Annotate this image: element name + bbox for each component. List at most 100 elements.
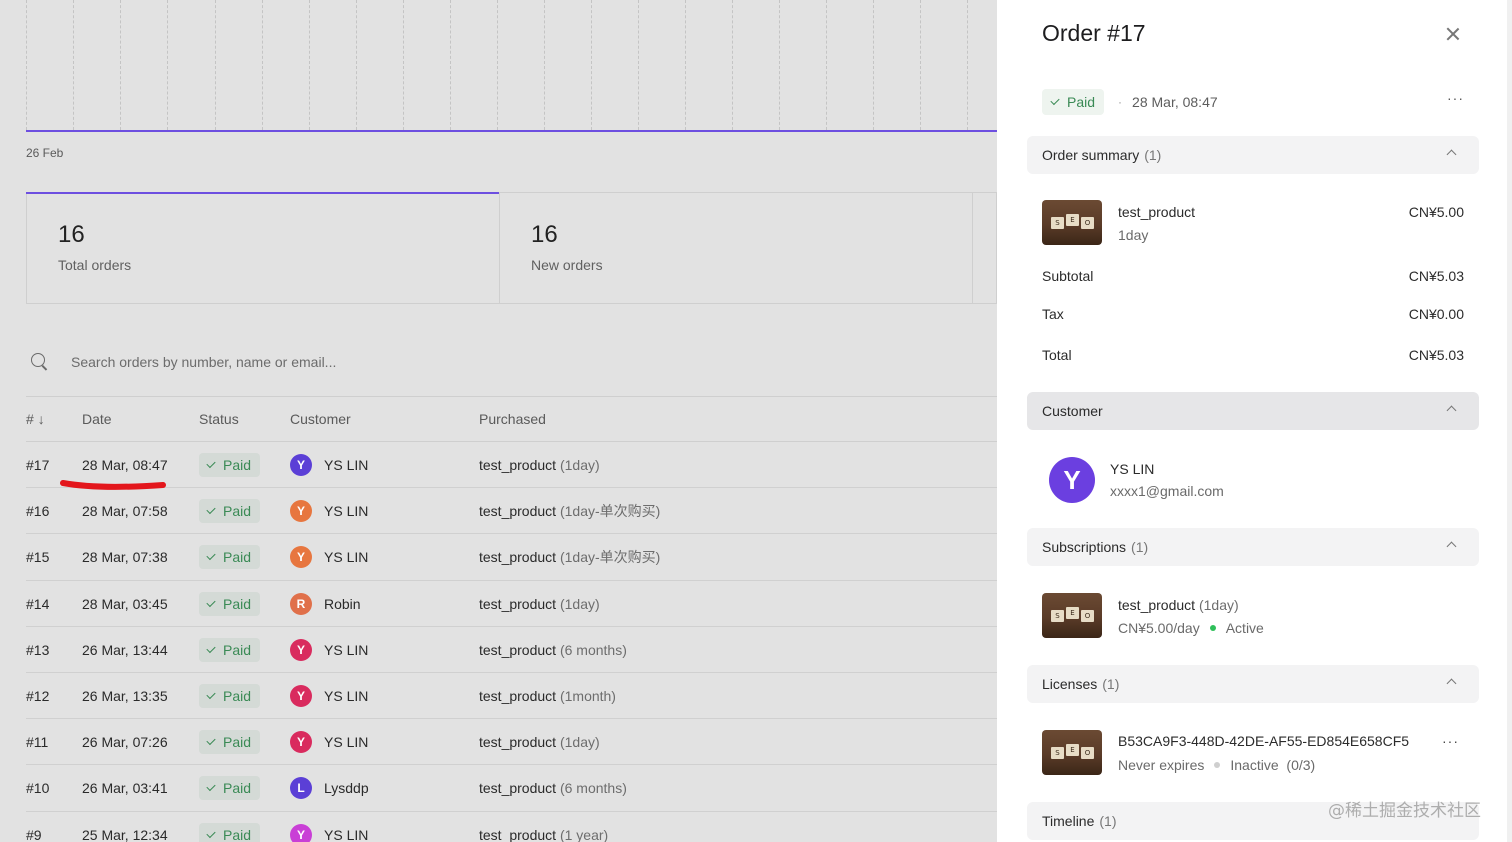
chart-gridline [167,0,168,130]
product-thumbnail: SEO [1042,593,1102,638]
avatar: R [290,592,312,615]
customer-cell: Y YS LIN [290,488,368,534]
status-label: Paid [223,457,252,473]
chart-gridline [450,0,451,130]
license-expiry: Never expires [1118,757,1205,773]
stat-new-orders[interactable]: 16 New orders [500,193,973,303]
order-number: #16 [26,503,50,520]
check-icon [206,736,216,746]
section-customer[interactable]: Customer [1027,392,1479,430]
product-name: test_product [479,503,557,520]
red-annotation-underline [60,480,166,490]
table-row[interactable]: #16 28 Mar, 07:58 Paid Y YS LIN test_product … [26,488,997,535]
orders-chart [26,0,997,133]
check-icon [206,689,216,700]
avatar: Y [290,638,312,661]
stat-label: Total orders [58,257,132,273]
section-order-summary[interactable]: Order summary (1) [1027,136,1479,174]
section-label: Subscriptions [1042,539,1127,555]
customer-cell: L Lysddp [290,765,369,811]
customer-name: YS LIN [324,503,369,520]
order-detail-panel: Order #17 Paid · 28 Mar, 08:47 ··· Order… [997,0,1512,842]
check-icon [1050,95,1060,106]
subscription-product[interactable]: test_product (1day) [1118,597,1239,613]
column-header-number[interactable]: # ↓ [26,411,45,427]
column-header-date[interactable]: Date [82,411,112,427]
product-name: test_product [479,595,557,612]
purchased-cell: test_product (1day) [479,719,600,765]
order-number: #9 [26,826,42,842]
status-label: Paid [223,503,252,520]
license-more-icon[interactable]: ··· [1442,733,1459,749]
section-label: Timeline [1042,813,1095,829]
purchased-cell: test_product (6 months) [479,765,627,811]
chart-gridline [591,0,592,130]
status-badge: Paid [199,683,261,708]
status-cell: Paid [199,627,261,673]
panel-scrollbar[interactable] [1507,0,1512,842]
customer-cell: R Robin [290,581,361,627]
stat-label: New orders [531,257,603,273]
table-row[interactable]: #11 26 Mar, 07:26 Paid Y YS LIN test_product … [26,719,997,766]
product-name: test_product [479,641,557,658]
product-name: test_product [479,687,557,704]
column-header-status[interactable]: Status [199,411,239,427]
status-cell: Paid [199,812,261,842]
chart-gridline [967,0,968,130]
status-label: Paid [1067,94,1096,110]
purchased-cell: test_product (1day) [479,442,600,488]
customer-name: Lysddp [324,780,369,797]
status-badge: Paid [199,545,261,570]
chart-gridline [638,0,639,130]
column-header-purchased[interactable]: Purchased [479,411,546,427]
orders-main: 26 Feb 16 Total orders 16 New orders # ↓… [0,0,997,842]
orders-table-body: #17 28 Mar, 08:47 Paid Y YS LIN test_product … [26,442,997,842]
chart-gridline [544,0,545,130]
section-count: (1) [1099,813,1117,829]
table-row[interactable]: #13 26 Mar, 13:44 Paid Y YS LIN test_product … [26,627,997,673]
column-header-customer[interactable]: Customer [290,411,351,427]
chart-gridline [779,0,780,130]
chart-gridline [732,0,733,130]
search-input[interactable] [71,354,671,370]
table-row[interactable]: #12 26 Mar, 13:35 Paid Y YS LIN test_product … [26,673,997,720]
purchased-cell: test_product (1 year) [479,812,608,842]
more-options-icon[interactable]: ··· [1447,90,1464,106]
product-name: test_product [479,549,557,566]
subscription-status: Active [1225,620,1264,636]
separator-dot: · [1118,95,1123,109]
table-row[interactable]: #14 28 Mar, 03:45 Paid R Robin test_product (… [26,581,997,627]
status-cell: Paid [199,765,261,811]
subtotal-label: Subtotal [1042,268,1094,284]
chart-date-label: 26 Feb [26,146,64,160]
arrow-down-icon: ↓ [37,411,45,427]
order-date: 25 Mar, 12:34 [82,826,168,842]
table-row[interactable]: #17 28 Mar, 08:47 Paid Y YS LIN test_product … [26,442,997,489]
section-licenses[interactable]: Licenses (1) [1027,665,1479,703]
chart-gridline [826,0,827,130]
check-icon [206,643,216,653]
customer-name: YS LIN [324,687,369,704]
check-icon [206,782,216,792]
table-row[interactable]: #10 26 Mar, 03:41 Paid L Lysddp test_product … [26,765,997,812]
check-icon [206,551,216,561]
chart-baseline [26,130,997,132]
section-subscriptions[interactable]: Subscriptions (1) [1027,528,1479,566]
avatar: Y [290,500,312,523]
order-number: #11 [26,734,49,751]
purchased-cell: test_product (1month) [479,673,616,719]
section-label: Customer [1042,403,1103,419]
customer-cell: Y YS LIN [290,673,368,719]
order-number: #13 [26,641,50,658]
table-row[interactable]: #9 25 Mar, 12:34 Paid Y YS LIN test_product (… [26,812,997,842]
order-number: #15 [26,549,50,566]
chart-gridline [920,0,921,130]
product-name: test_product [479,457,557,473]
order-number: #14 [26,595,50,612]
customer-cell: Y YS LIN [290,812,368,842]
table-row[interactable]: #15 28 Mar, 07:38 Paid Y YS LIN test_product … [26,534,997,581]
order-number: #10 [26,780,50,797]
stat-total-orders[interactable]: 16 Total orders [26,192,500,303]
license-key[interactable]: B53CA9F3-448D-42DE-AF55-ED854E658CF5 [1118,733,1409,749]
close-icon[interactable] [1445,26,1461,42]
